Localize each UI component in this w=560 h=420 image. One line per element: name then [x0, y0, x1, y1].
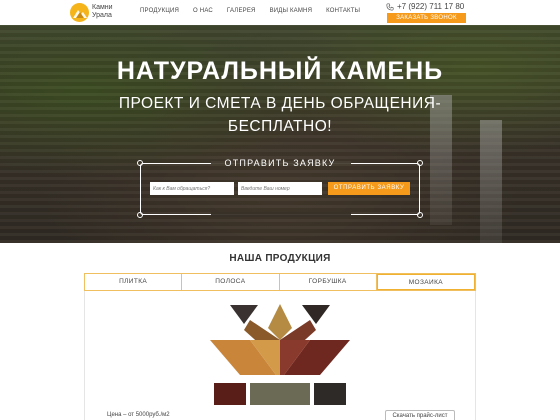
logo-icon[interactable] [70, 3, 89, 22]
name-input[interactable] [150, 182, 234, 195]
tab-tile[interactable]: ПЛИТКА [85, 274, 183, 290]
tab-strip[interactable]: ПОЛОСА [182, 274, 280, 290]
frame-corner-ornament [417, 212, 423, 218]
nav-item-gallery[interactable]: ГАЛЕРЕЯ [227, 8, 256, 14]
brand-name[interactable]: Камни Урала [92, 4, 132, 20]
mosaic-piece [214, 383, 246, 405]
phone-contact[interactable]: +7 (922) 711 17 80 [386, 2, 464, 11]
mosaic-piece [302, 305, 330, 324]
order-call-button[interactable]: ЗАКАЗАТЬ ЗВОНОК [387, 13, 466, 23]
price-label: Цена – от 5000руб./м2 [107, 412, 170, 418]
nav-item-about[interactable]: О НАС [193, 8, 213, 14]
mosaic-piece [250, 383, 310, 405]
tab-slab[interactable]: ГОРБУШКА [280, 274, 377, 290]
phone-icon [386, 2, 394, 11]
hero-subtitle: ПРОЕКТ И СМЕТА В ДЕНЬ ОБРАЩЕНИЯ- БЕСПЛАТ… [118, 95, 442, 135]
nav-item-contacts[interactable]: КОНТАКТЫ [326, 8, 360, 14]
mosaic-piece [314, 383, 346, 405]
nav-item-products[interactable]: ПРОДУКЦИЯ [140, 8, 179, 14]
tab-mosaic[interactable]: МОЗАИКА [376, 274, 475, 290]
phone-input[interactable] [238, 182, 322, 195]
request-form-title: ОТПРАВИТЬ ЗАЯВКУ [224, 158, 336, 168]
main-nav: ПРОДУКЦИЯ О НАС ГАЛЕРЕЯ ВИДЫ КАМНЯ КОНТА… [140, 8, 374, 14]
brand-line-2: Урала [92, 12, 112, 19]
product-tabs: ПЛИТКА ПОЛОСА ГОРБУШКА МОЗАИКА [84, 273, 476, 291]
phone-number: +7 (922) 711 17 80 [397, 2, 465, 11]
nav-item-stone-types[interactable]: ВИДЫ КАМНЯ [270, 8, 313, 14]
site-header: Камни Урала ПРОДУКЦИЯ О НАС ГАЛЕРЕЯ ВИДЫ… [0, 0, 560, 25]
frame-corner-ornament [137, 212, 143, 218]
hero-banner: НАТУРАЛЬНЫЙ КАМЕНЬ ПРОЕКТ И СМЕТА В ДЕНЬ… [0, 25, 560, 243]
send-request-button[interactable]: ОТПРАВИТЬ ЗАЯВКУ [328, 182, 410, 195]
mosaic-piece [230, 305, 258, 324]
mosaic-product-image [210, 304, 350, 405]
hero-title: НАТУРАЛЬНЫЙ КАМЕНЬ [116, 57, 444, 85]
brand-line-1: Камни [92, 4, 113, 11]
products-title: НАША ПРОДУКЦИЯ [229, 253, 331, 264]
download-pricelist-button[interactable]: Скачать прайс-лист [385, 410, 455, 420]
frame-gap-bottom [211, 212, 351, 217]
